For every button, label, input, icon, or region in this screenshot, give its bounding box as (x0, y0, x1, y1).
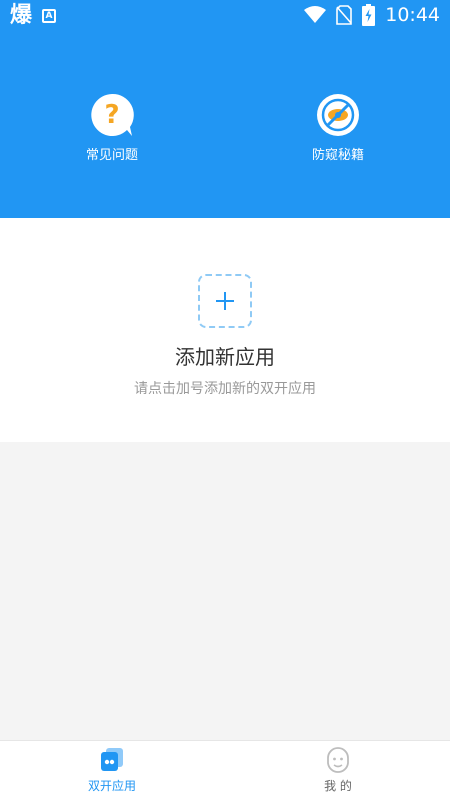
app-notification-glyph: 爆 (10, 3, 33, 28)
header: 爆 A 10:44 ? 常见问题 防窥秘籍 (0, 0, 450, 218)
no-sim-icon (336, 5, 353, 25)
add-app-card: 添加新应用 请点击加号添加新的双开应用 (0, 218, 450, 442)
plus-icon (216, 292, 234, 310)
faq-button[interactable]: ? 常见问题 (52, 92, 172, 164)
status-time: 10:44 (385, 4, 440, 26)
svg-text:?: ? (104, 100, 119, 130)
profile-icon (323, 745, 353, 775)
status-bar: 爆 A 10:44 (0, 0, 450, 32)
add-app-button[interactable] (198, 274, 252, 328)
tab-dual-apps[interactable]: 双开应用 (52, 745, 172, 793)
question-bubble-icon: ? (89, 92, 135, 138)
tab-me-label: 我 的 (324, 779, 352, 793)
bottom-nav: 双开应用 我 的 (0, 740, 450, 800)
add-app-hint: 请点击加号添加新的双开应用 (134, 381, 316, 397)
a-notification-icon: A (42, 9, 57, 23)
tab-dual-apps-label: 双开应用 (87, 779, 136, 793)
wifi-icon (304, 6, 327, 23)
eye-slash-icon (315, 92, 361, 138)
dual-apps-icon (97, 745, 127, 775)
faq-label: 常见问题 (85, 148, 138, 163)
battery-charging-icon (362, 4, 376, 26)
privacy-tips-button[interactable]: 防窥秘籍 (278, 92, 398, 164)
add-app-title: 添加新应用 (175, 345, 275, 369)
privacy-tips-label: 防窥秘籍 (311, 148, 364, 163)
tab-me[interactable]: 我 的 (278, 745, 398, 793)
quick-actions: ? 常见问题 防窥秘籍 (0, 92, 450, 172)
